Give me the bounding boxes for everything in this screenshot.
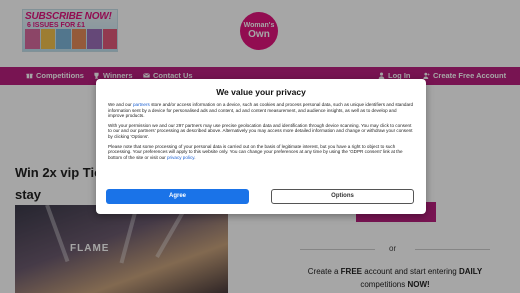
consent-p1-text-after: store and/or access information on a dev…: [108, 102, 414, 119]
options-button[interactable]: Options: [271, 189, 414, 204]
consent-p1-text: We and our: [108, 102, 133, 107]
agree-button[interactable]: Agree: [106, 189, 249, 204]
consent-title: We value your privacy: [216, 87, 306, 97]
privacy-policy-link[interactable]: privacy policy: [167, 155, 194, 160]
page: SUBSCRIBE NOW! 6 ISSUES FOR £1 Woman's O…: [0, 0, 520, 293]
consent-paragraph-3: Please note that some processing of your…: [108, 144, 414, 161]
partners-link[interactable]: partners: [133, 102, 150, 107]
consent-p3-text-after: .: [194, 154, 196, 160]
consent-p3-text: Please note that some processing of your…: [108, 143, 403, 160]
privacy-consent-dialog: We value your privacy We and our partner…: [96, 79, 426, 214]
consent-paragraph-1: We and our partners store and/or access …: [108, 102, 414, 119]
consent-paragraph-2: With your permission we and our 297 part…: [108, 122, 413, 139]
